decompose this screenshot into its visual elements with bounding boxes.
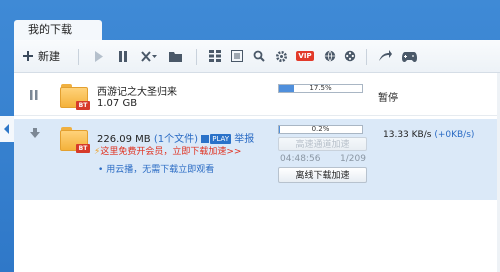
video-button[interactable] bbox=[340, 40, 360, 72]
share-icon bbox=[379, 50, 392, 61]
task-row-selected[interactable]: BT 226.09 MB (1个文件) PLAY 举报 ⚡这里免费开会员，立即下… bbox=[14, 119, 500, 200]
play-icon bbox=[95, 50, 103, 62]
row-pause-button[interactable] bbox=[30, 90, 38, 103]
search-button[interactable] bbox=[248, 40, 270, 72]
search-icon bbox=[253, 50, 265, 62]
progress-bar: 0.2% bbox=[278, 125, 363, 134]
task-info-line: 226.09 MB (1个文件) PLAY 举报 bbox=[97, 130, 254, 145]
plus-icon bbox=[23, 51, 33, 61]
pause-icon bbox=[30, 90, 38, 100]
start-button[interactable] bbox=[88, 40, 110, 72]
delete-button[interactable] bbox=[136, 40, 162, 72]
grid-view-button[interactable] bbox=[204, 40, 226, 72]
task-name: 西游记之大圣归来 bbox=[97, 87, 177, 98]
row-expand-button[interactable] bbox=[30, 128, 40, 141]
progress-percent: 0.2% bbox=[311, 125, 330, 133]
details-icon bbox=[231, 50, 243, 62]
toolbar-divider bbox=[78, 49, 79, 65]
open-folder-button[interactable] bbox=[164, 40, 186, 72]
vip-promo-link[interactable]: ⚡这里免费开会员，立即下载加速>> bbox=[94, 144, 241, 157]
share-button[interactable] bbox=[374, 40, 396, 72]
arrow-down-icon bbox=[30, 128, 40, 138]
pieces-count: 1/209 bbox=[340, 154, 366, 164]
gamepad-icon bbox=[401, 51, 417, 62]
time-remaining: 04:48:56 bbox=[280, 154, 321, 164]
bullet-icon: • bbox=[98, 165, 104, 175]
sidebar-collapse-handle[interactable] bbox=[0, 116, 14, 142]
download-speed: 13.33 KB/s (+0KB/s) bbox=[383, 130, 475, 140]
bt-folder-icon: BT bbox=[60, 127, 90, 153]
progress-bar: 17.5% bbox=[278, 84, 363, 93]
film-reel-icon bbox=[344, 50, 356, 62]
bt-folder-icon: BT bbox=[60, 84, 90, 110]
toolbar-divider bbox=[196, 49, 197, 65]
toolbar: 新建 VIP bbox=[14, 40, 500, 73]
vip-icon: VIP bbox=[296, 51, 314, 61]
offline-download-button[interactable]: 离线下载加速 bbox=[278, 167, 367, 183]
list-view-icon bbox=[209, 50, 221, 62]
pause-icon bbox=[119, 50, 127, 62]
details-button[interactable] bbox=[226, 40, 248, 72]
pause-button[interactable] bbox=[112, 40, 134, 72]
globe-icon bbox=[324, 50, 336, 62]
speed-bonus: (+0KB/s) bbox=[434, 130, 475, 140]
cloud-play-link[interactable]: • 用云播，无需下载立即观看 bbox=[98, 162, 214, 175]
task-row[interactable]: BT 西游记之大圣归来 1.07 GB 17.5% 暂停 bbox=[14, 73, 500, 116]
browser-button[interactable] bbox=[320, 40, 340, 72]
play-square-icon bbox=[201, 135, 210, 143]
download-panel: 新建 VIP BT 西游记之大圣归来 1.07 GB 17.5% 暂停 BT 2… bbox=[14, 40, 500, 272]
gear-icon bbox=[275, 50, 287, 62]
new-task-button[interactable]: 新建 bbox=[22, 40, 70, 72]
settings-button[interactable] bbox=[270, 40, 292, 72]
progress-percent: 17.5% bbox=[309, 84, 332, 92]
delete-icon bbox=[141, 50, 157, 62]
vip-button[interactable]: VIP bbox=[292, 40, 318, 72]
tab-my-downloads[interactable]: 我的下载 bbox=[14, 20, 102, 40]
new-task-label: 新建 bbox=[38, 50, 60, 63]
game-button[interactable] bbox=[398, 40, 420, 72]
task-size: 1.07 GB bbox=[97, 98, 138, 109]
collapse-arrow-icon bbox=[4, 124, 9, 134]
task-status: 暂停 bbox=[378, 93, 398, 104]
folder-icon bbox=[168, 51, 182, 62]
high-speed-channel-button[interactable]: 高速通道加速 bbox=[278, 137, 367, 151]
toolbar-divider bbox=[366, 49, 367, 65]
